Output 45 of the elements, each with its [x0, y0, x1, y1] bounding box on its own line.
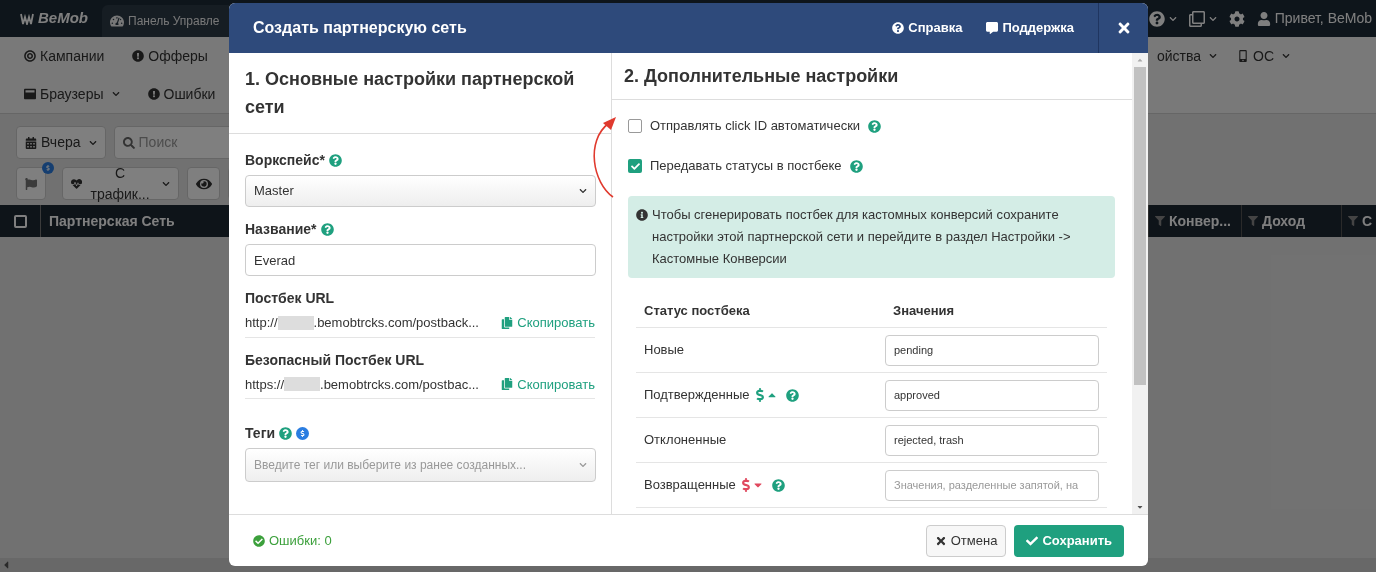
- traffic-dropdown[interactable]: С трафик...: [62, 167, 179, 200]
- cancel-button[interactable]: Отмена: [925, 524, 1007, 557]
- value-input[interactable]: Значения, разделенные запятой, на: [885, 469, 1099, 501]
- help-link[interactable]: Справка: [892, 18, 963, 38]
- nav-item[interactable]: ойства: [1148, 45, 1225, 67]
- nav-item[interactable]: ОС: [1229, 45, 1298, 67]
- field-label: Теги: [245, 424, 276, 443]
- checkbox-label: Передавать статусы в постбеке: [650, 157, 842, 176]
- workspace-select[interactable]: Master: [245, 175, 596, 207]
- nav-item[interactable]: Кампании: [16, 45, 113, 67]
- nav-item[interactable]: Офферы: [124, 45, 216, 67]
- status-label: Отклоненные: [644, 431, 727, 450]
- user-menu[interactable]: Привет, BeMob: [1256, 8, 1372, 29]
- url-text: https://: [245, 375, 285, 394]
- field-label: Безопасный Постбек URL: [245, 350, 426, 370]
- status-label: Новые: [644, 341, 685, 360]
- status-label: Подтвержденные: [644, 386, 750, 405]
- column-header[interactable]: Партнерская Сеть: [41, 210, 183, 232]
- info-text: Чтобы сгенерировать постбек для кастомных конверсий сохраните настройки этой партнерской сети и перейдите в раздел Настройки -> Кастомные Конверсии: [652, 206, 1072, 268]
- errors-status: Ошибки: 0: [253, 530, 926, 551]
- logo[interactable]: BeMob: [20, 7, 88, 30]
- url-text: http://: [245, 314, 278, 332]
- nav-item[interactable]: Ошибки: [139, 83, 224, 105]
- copy-link[interactable]: Скопировать: [501, 313, 595, 333]
- support-link[interactable]: Поддержка: [986, 18, 1074, 38]
- save-button[interactable]: Сохранить: [1014, 524, 1124, 557]
- url-text: .bemobtrcks.com/postbac...: [320, 375, 479, 394]
- checkbox-label: Отправлять click ID автоматически: [650, 117, 861, 136]
- name-input[interactable]: Everad: [245, 244, 596, 276]
- value-input[interactable]: approved: [885, 379, 1099, 411]
- value-input[interactable]: rejected, trash: [885, 424, 1099, 456]
- column-header: Статус постбека: [643, 301, 751, 320]
- url-text: .bemobtrcks.com/postback...: [313, 314, 479, 332]
- section-title: 1. Основные настройки партнерской сети: [245, 68, 576, 119]
- field-label: Название*: [245, 220, 317, 239]
- column-header: Значения: [892, 301, 956, 320]
- date-dropdown[interactable]: Вчера: [16, 126, 106, 159]
- value-input[interactable]: pending: [885, 334, 1099, 366]
- field-label: Воркспейс*: [245, 151, 325, 170]
- section-title: 2. Дополнительные настройки: [624, 64, 899, 88]
- copy-link[interactable]: Скопировать: [501, 374, 595, 394]
- nav-item[interactable]: Браузеры: [16, 83, 128, 105]
- tags-select[interactable]: Введите тег или выберите из ранее созданных...: [245, 448, 596, 482]
- field-label: Постбек URL: [245, 289, 336, 308]
- status-label: Возвращенные: [644, 476, 736, 495]
